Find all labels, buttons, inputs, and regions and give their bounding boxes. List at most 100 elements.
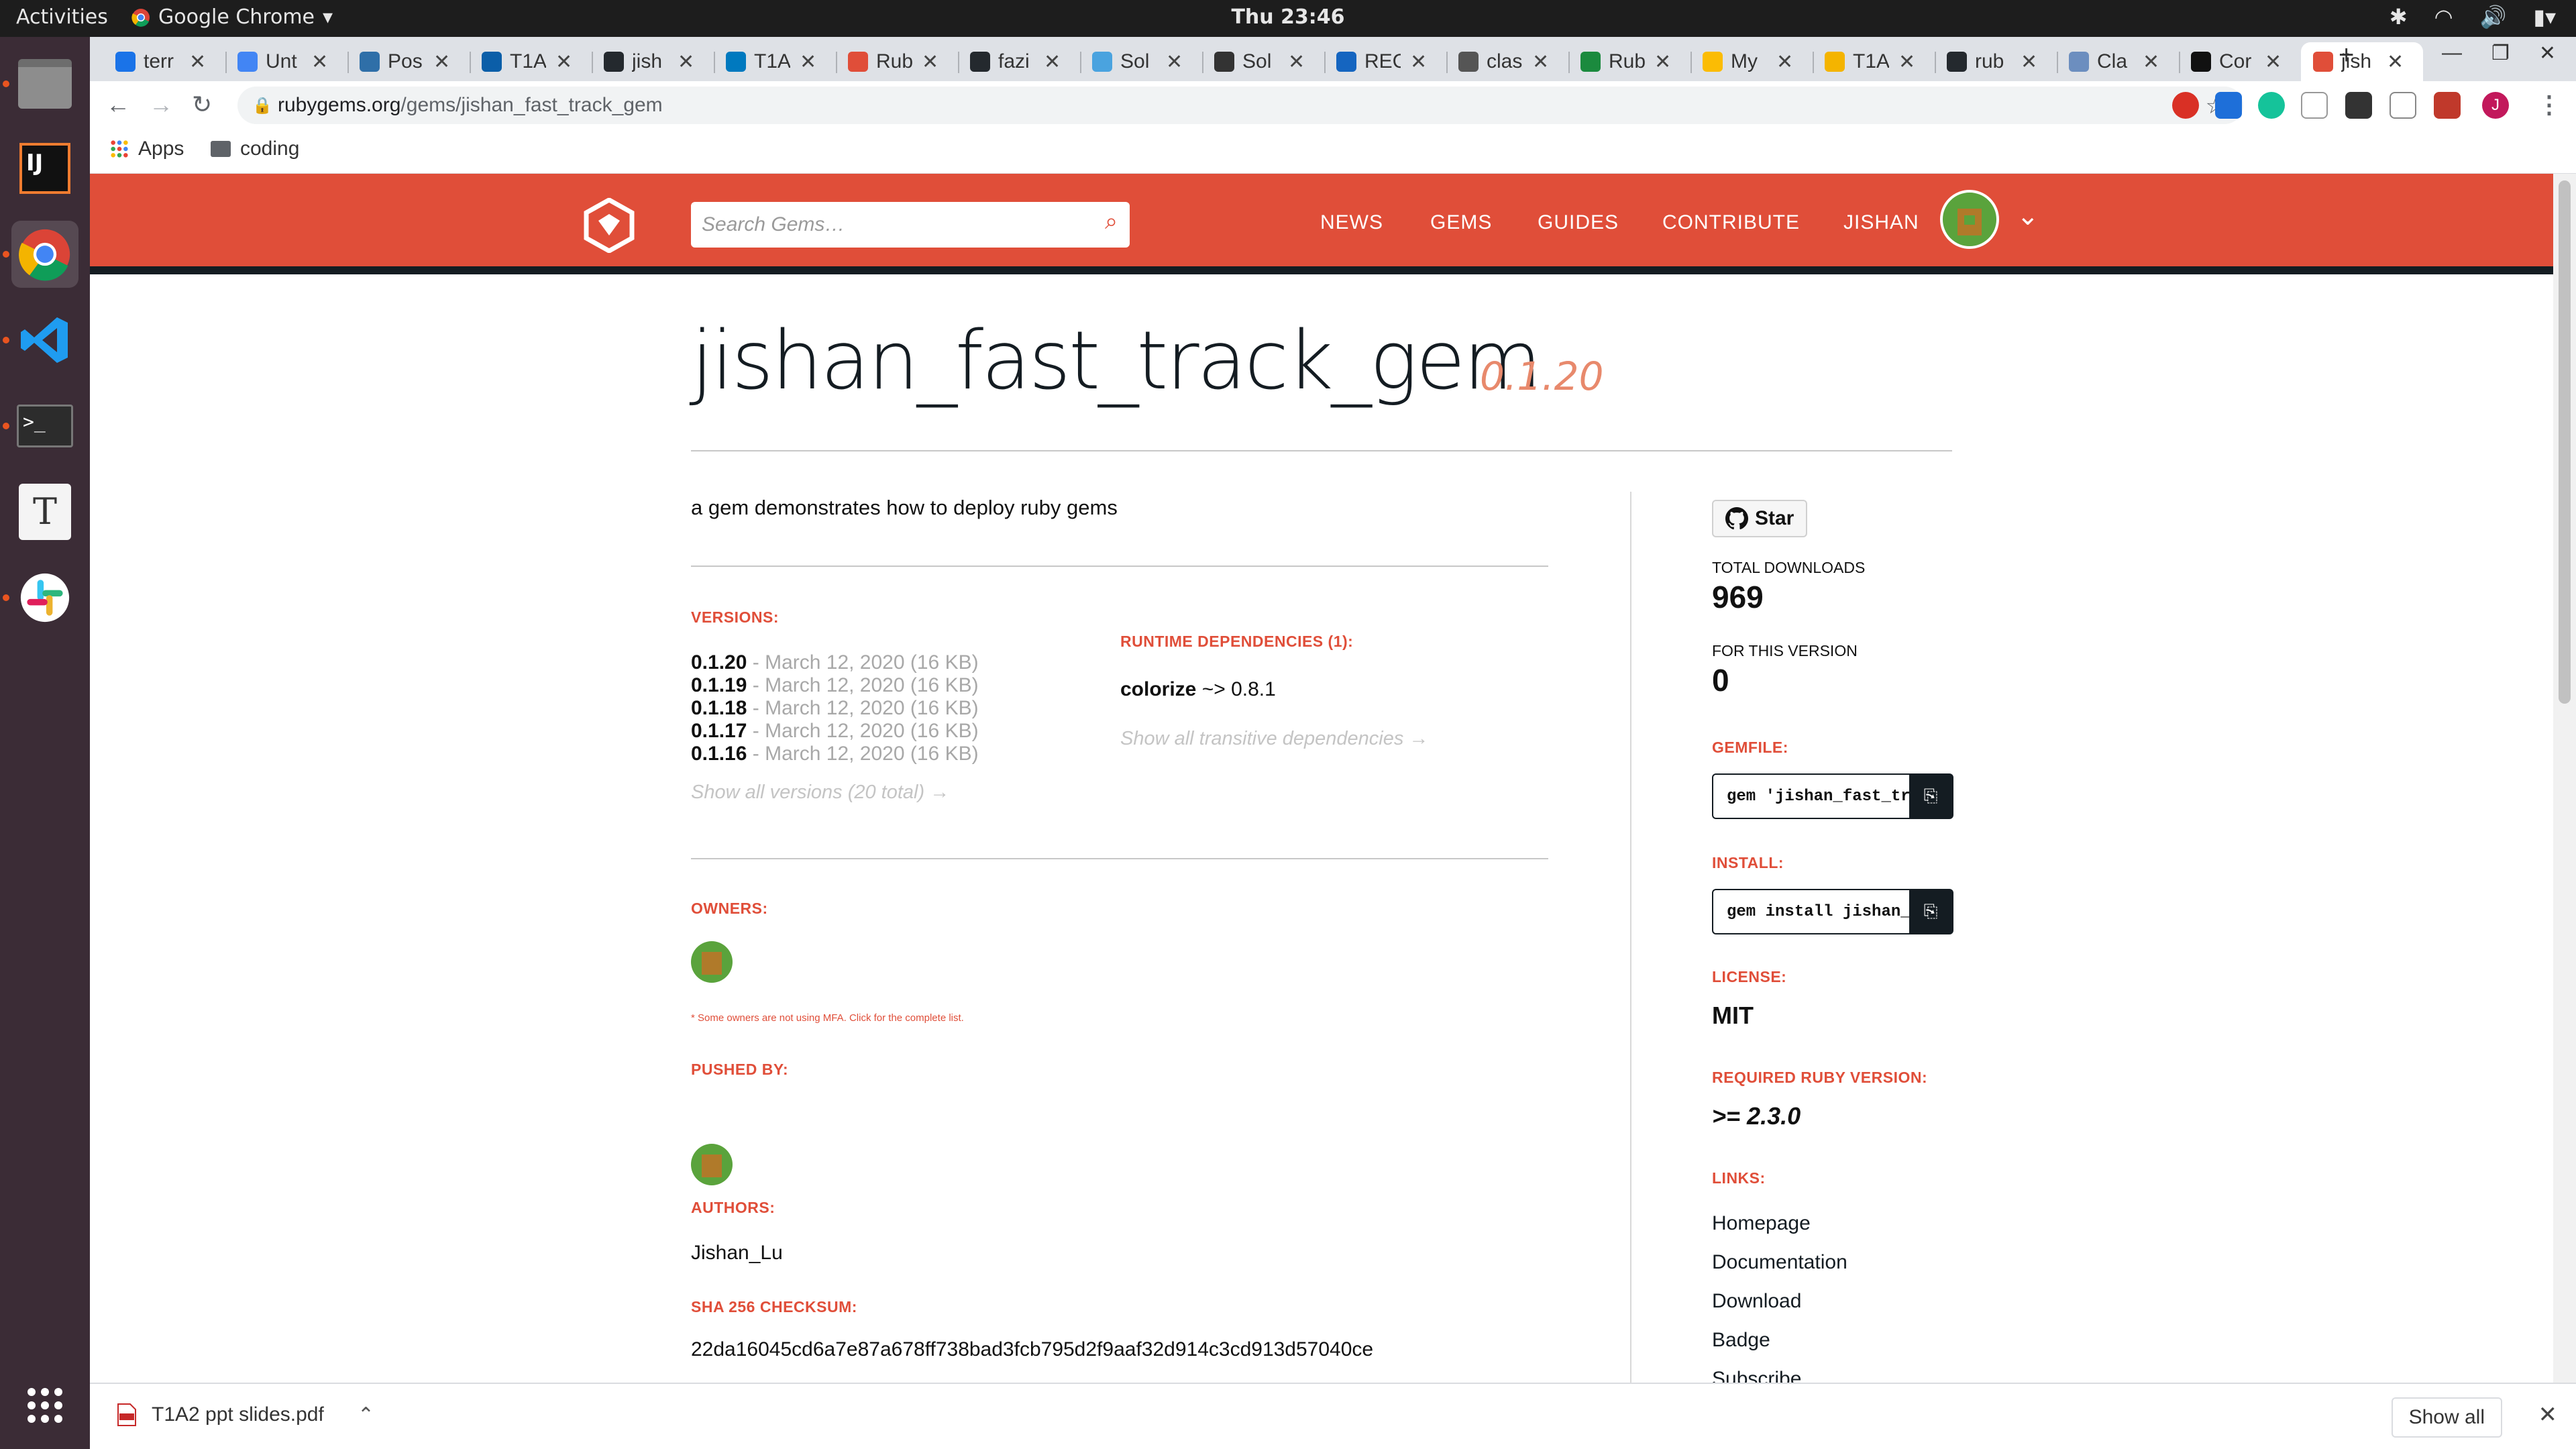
tab-close-icon[interactable]: ✕ <box>1166 50 1183 74</box>
show-all-versions-link[interactable]: Show all versions (20 total) → <box>691 782 949 804</box>
terminal-app-icon[interactable]: >_ <box>11 392 78 460</box>
install-code[interactable]: gem install jishan_fast_track_gem <box>1713 903 1911 921</box>
version-number[interactable]: 0.1.20 <box>691 651 747 674</box>
back-button[interactable]: ← <box>106 91 130 119</box>
intellij-app-icon[interactable]: IJ <box>11 135 78 202</box>
tab-close-icon[interactable]: ✕ <box>2143 50 2159 74</box>
dependency-name[interactable]: colorize <box>1120 678 1196 700</box>
version-row[interactable]: 0.1.19 - March 12, 2020 (16 KB) <box>691 674 979 697</box>
grammarly-icon[interactable] <box>2258 92 2285 119</box>
browser-tab[interactable]: clas ✕ <box>1446 42 1568 81</box>
nav-guides[interactable]: GUIDES <box>1538 211 1619 234</box>
activities-button[interactable]: Activities <box>16 5 108 29</box>
tab-close-icon[interactable]: ✕ <box>1898 50 1915 74</box>
browser-tab[interactable]: T1A ✕ <box>1813 42 1935 81</box>
extension-icon[interactable] <box>2345 92 2372 119</box>
browser-tab[interactable]: T1A ✕ <box>714 42 836 81</box>
clock[interactable]: Thu 23:46 <box>1231 5 1344 29</box>
chrome-menu-icon[interactable]: ⋮ <box>2537 91 2561 119</box>
browser-tab[interactable]: REC ✕ <box>1324 42 1446 81</box>
user-menu-chevron-icon[interactable]: ⌄ <box>2017 201 2039 231</box>
version-number[interactable]: 0.1.19 <box>691 674 747 696</box>
nav-contribute[interactable]: CONTRIBUTE <box>1662 211 1800 234</box>
tab-close-icon[interactable]: ✕ <box>311 50 328 74</box>
chevron-up-icon[interactable]: ⌃ <box>358 1403 374 1427</box>
close-window-button[interactable]: ✕ <box>2539 42 2556 65</box>
gemfile-snippet[interactable]: gem 'jishan_fast_track_gem', '~> 0.1.20'… <box>1712 773 1953 819</box>
browser-tab[interactable]: rub ✕ <box>1935 42 2057 81</box>
close-downloads-bar-icon[interactable]: ✕ <box>2538 1401 2558 1428</box>
version-row[interactable]: 0.1.16 - March 12, 2020 (16 KB) <box>691 743 979 765</box>
homepage-link[interactable]: Homepage <box>1712 1212 1811 1235</box>
browser-tab[interactable]: Sol ✕ <box>1080 42 1202 81</box>
version-row[interactable]: 0.1.20 - March 12, 2020 (16 KB) <box>691 651 979 674</box>
address-bar[interactable]: 🔒 rubygems.org/gems/jishan_fast_track_ge… <box>237 87 2243 124</box>
profile-avatar[interactable]: J <box>2482 92 2509 119</box>
version-number[interactable]: 0.1.18 <box>691 697 747 719</box>
browser-tab[interactable]: fazi ✕ <box>958 42 1080 81</box>
copy-clipboard-icon[interactable]: ⎘ <box>1909 775 1952 818</box>
browser-tab[interactable]: Unt ✕ <box>225 42 347 81</box>
app-menu[interactable]: Google Chrome ▾ <box>131 5 333 29</box>
extension-icon[interactable] <box>2390 92 2416 119</box>
minimize-button[interactable]: — <box>2442 42 2462 65</box>
typora-app-icon[interactable]: T <box>11 478 78 545</box>
files-app-icon[interactable] <box>11 50 78 117</box>
tab-close-icon[interactable]: ✕ <box>1044 50 1061 74</box>
tab-close-icon[interactable]: ✕ <box>1654 50 1671 74</box>
owner-avatar[interactable] <box>691 941 733 983</box>
download-item[interactable]: T1A2 ppt slides.pdf ⌃ <box>117 1403 374 1427</box>
maximize-button[interactable]: ❐ <box>2491 42 2510 65</box>
reload-button[interactable]: ↻ <box>192 91 212 119</box>
page-scrollbar[interactable] <box>2553 174 2576 1383</box>
user-avatar[interactable] <box>1940 190 1999 249</box>
tab-close-icon[interactable]: ✕ <box>2021 50 2037 74</box>
tab-close-icon[interactable]: ✕ <box>800 50 816 74</box>
scrollbar-thumb[interactable] <box>2559 180 2571 704</box>
tab-close-icon[interactable]: ✕ <box>2265 50 2282 74</box>
browser-tab[interactable]: Cla ✕ <box>2057 42 2179 81</box>
show-applications-button[interactable] <box>11 1372 78 1439</box>
browser-tab[interactable]: Rub ✕ <box>1568 42 1690 81</box>
forward-button[interactable]: → <box>149 91 173 119</box>
browser-tab[interactable]: jish ✕ <box>592 42 714 81</box>
slack-app-icon[interactable] <box>11 564 78 631</box>
search-gems-input[interactable]: Search Gems… ⌕ <box>691 202 1130 248</box>
tab-close-icon[interactable]: ✕ <box>678 50 694 74</box>
tab-close-icon[interactable]: ✕ <box>1776 50 1793 74</box>
version-number[interactable]: 0.1.17 <box>691 720 747 742</box>
version-number[interactable]: 0.1.16 <box>691 743 747 765</box>
install-snippet[interactable]: gem install jishan_fast_track_gem ⎘ <box>1712 889 1953 934</box>
nav-user[interactable]: JISHAN <box>1843 211 1919 234</box>
browser-tab[interactable]: Cor ✕ <box>2179 42 2301 81</box>
github-star-button[interactable]: Star <box>1712 500 1808 537</box>
documentation-link[interactable]: Documentation <box>1712 1251 1847 1274</box>
extension-icon[interactable] <box>2434 92 2461 119</box>
copy-clipboard-icon[interactable]: ⎘ <box>1909 890 1952 933</box>
download-link[interactable]: Download <box>1712 1290 1801 1313</box>
extension-icon[interactable] <box>2215 92 2242 119</box>
show-transitive-dependencies-link[interactable]: Show all transitive dependencies → <box>1120 728 1428 750</box>
rubygems-logo[interactable] <box>584 197 635 256</box>
dependency-row[interactable]: colorize ~> 0.8.1 <box>1120 678 1276 701</box>
tab-close-icon[interactable]: ✕ <box>922 50 938 74</box>
browser-tab[interactable]: terr ✕ <box>103 42 225 81</box>
tab-close-icon[interactable]: ✕ <box>1410 50 1427 74</box>
browser-tab[interactable]: My ✕ <box>1690 42 1813 81</box>
tab-close-icon[interactable]: ✕ <box>433 50 450 74</box>
subscribe-link[interactable]: Subscribe <box>1712 1368 1801 1383</box>
version-row[interactable]: 0.1.18 - March 12, 2020 (16 KB) <box>691 697 979 720</box>
browser-tab[interactable]: jish ✕ <box>2301 42 2423 81</box>
version-row[interactable]: 0.1.17 - March 12, 2020 (16 KB) <box>691 720 979 743</box>
mfa-note-link[interactable]: * Some owners are not using MFA. Click f… <box>691 1012 964 1024</box>
chrome-app-icon[interactable] <box>11 221 78 288</box>
browser-tab[interactable]: Rub ✕ <box>836 42 958 81</box>
badge-link[interactable]: Badge <box>1712 1329 1770 1352</box>
apps-bookmark[interactable]: Apps <box>110 138 184 160</box>
search-icon[interactable]: ⌕ <box>1105 209 1118 235</box>
tab-close-icon[interactable]: ✕ <box>1532 50 1549 74</box>
browser-tab[interactable]: Pos ✕ <box>347 42 470 81</box>
show-all-downloads-button[interactable]: Show all <box>2391 1397 2502 1438</box>
tab-close-icon[interactable]: ✕ <box>555 50 572 74</box>
tab-close-icon[interactable]: ✕ <box>2387 50 2404 74</box>
